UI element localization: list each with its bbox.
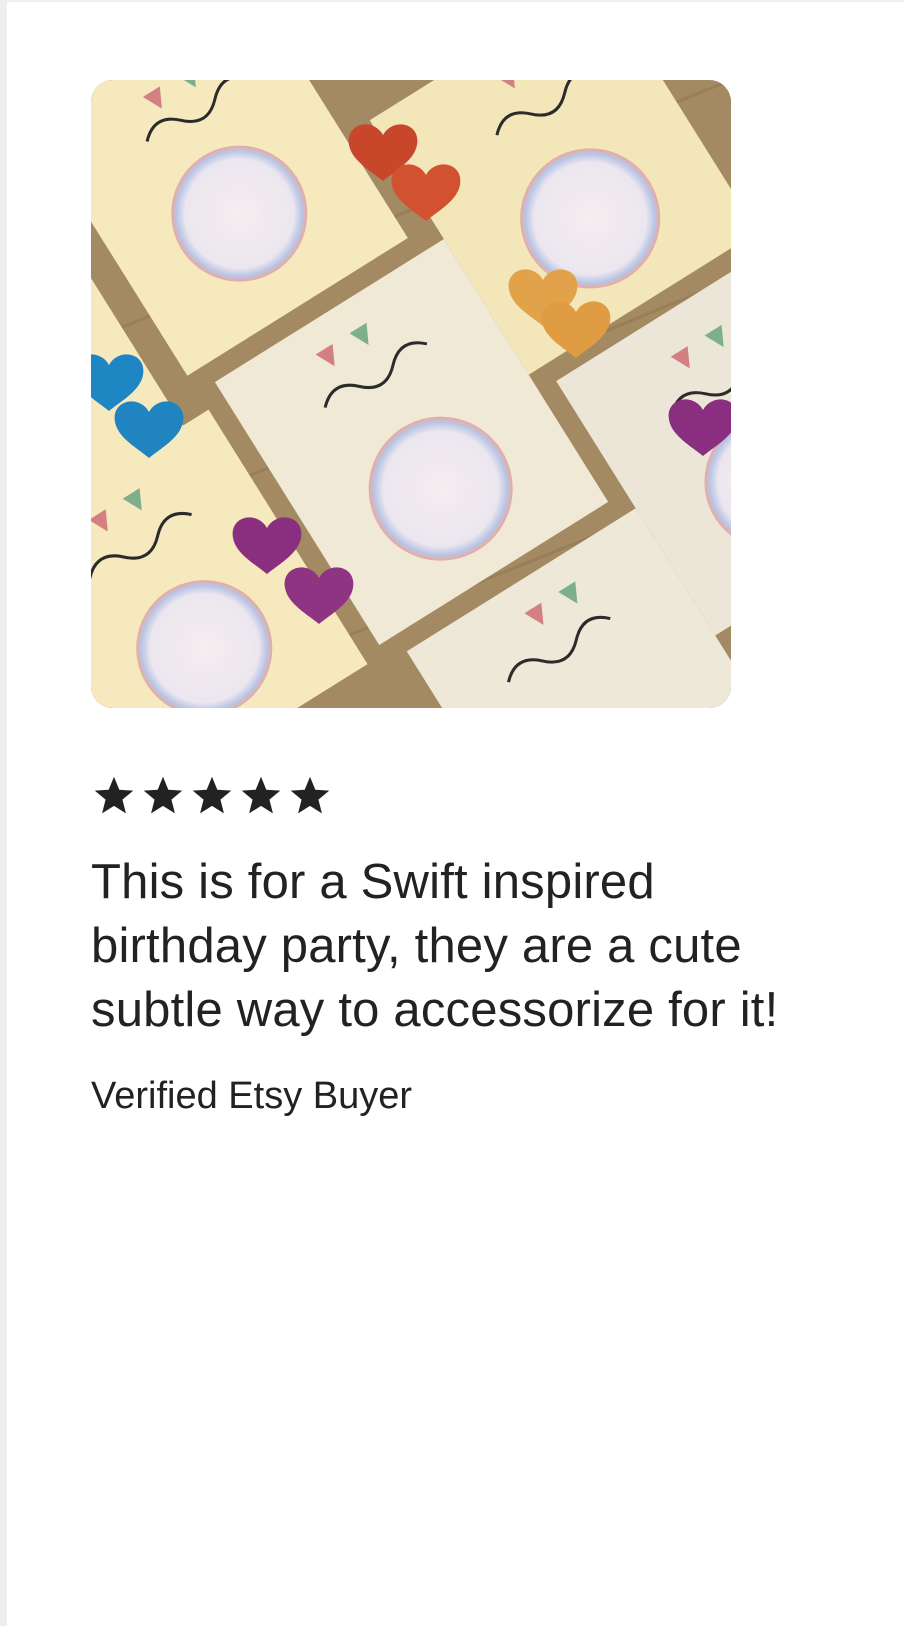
star-icon (189, 774, 235, 818)
reviewer-name: Verified Etsy Buyer (91, 1075, 413, 1117)
review-text: This is for a Swift inspired birthday pa… (91, 855, 779, 1037)
review-photo[interactable] (91, 80, 731, 708)
review-photo-image (91, 80, 731, 708)
star-icon (238, 774, 284, 818)
star-icon (287, 774, 333, 818)
star-icon (91, 774, 137, 818)
star-rating (91, 774, 851, 818)
review-card: This is for a Swift inspired birthday pa… (91, 80, 851, 1120)
star-icon (140, 774, 186, 818)
review-panel: This is for a Swift inspired birthday pa… (0, 0, 904, 1626)
